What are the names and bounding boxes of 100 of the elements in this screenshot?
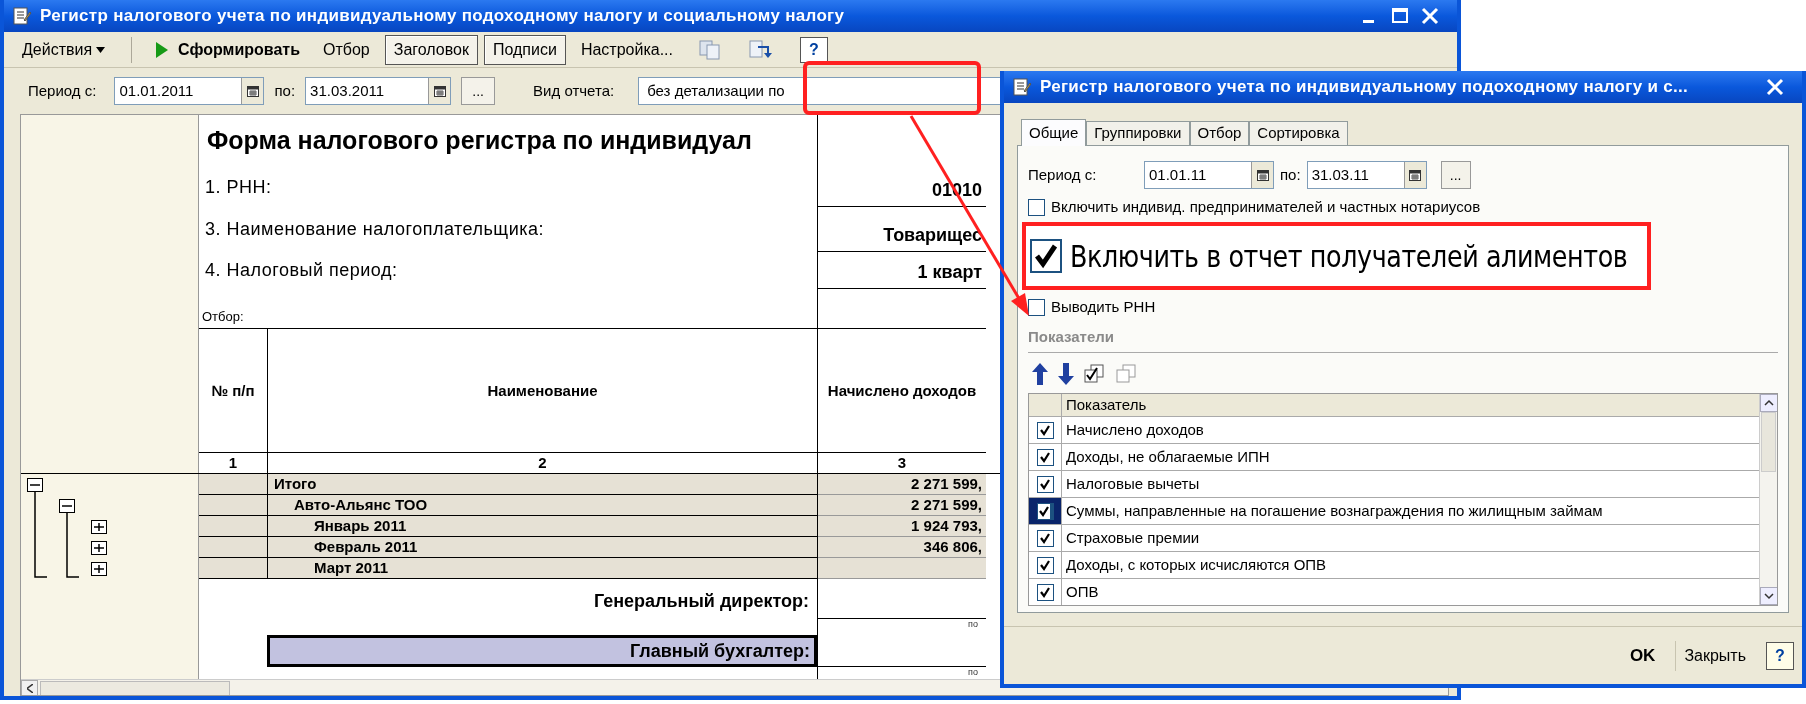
check-all-icon[interactable] [1084,363,1106,384]
column-header: Показатель [1065,394,1147,415]
close-button[interactable]: Закрыть [1675,640,1754,671]
scroll-down-icon[interactable] [1760,587,1777,605]
scrollbar-thumb[interactable] [1761,411,1776,472]
expand-icon[interactable] [91,540,107,555]
window-title: Регистр налогового учета по индивидуальному подоходному налогу и с... [1040,76,1689,99]
document-icon [12,6,32,26]
checkbox[interactable] [1036,421,1054,439]
table-row[interactable]: Доходы, с которых исчисляются ОПВ [1029,552,1759,579]
table-cell-text: Начислено доходов [1065,419,1204,440]
table-row[interactable]: Суммы, направленные на погашение вознаграждения по жилищным займам [1029,498,1759,525]
collapse-icon[interactable] [59,498,75,513]
help-button[interactable]: ? [800,36,828,63]
move-down-icon[interactable] [1058,362,1074,385]
table-row[interactable]: Доходы, не облагаемые ИПН [1029,444,1759,471]
field-value: 1 кварт [818,252,986,289]
scrollbar-thumb[interactable] [40,681,230,695]
report-type-label: Вид отчета: [533,80,615,101]
table-cell-text: Суммы, направленные на погашение вознаграждения по жилищным займам [1065,500,1603,521]
checkbox[interactable] [1036,583,1054,601]
refresh-icon[interactable] [748,38,774,61]
checkbox-cell[interactable] [1029,498,1062,524]
checkbox[interactable] [1036,502,1054,520]
vertical-scrollbar[interactable] [1759,393,1777,605]
ok-button[interactable]: OK [1621,640,1664,671]
toolbar-button[interactable]: Подписи [483,34,566,65]
uncheck-all-icon[interactable] [1116,363,1138,384]
table-cell [199,516,268,537]
calendar-button[interactable] [241,78,264,104]
toolbar-button[interactable]: Заголовок [384,34,478,65]
check-icon [1039,559,1051,571]
tab[interactable]: Отбор [1189,121,1250,145]
checkbox[interactable] [1036,556,1054,574]
date-field[interactable]: 31.03.11 [1306,161,1427,189]
close-icon[interactable] [1764,76,1786,98]
checkbox-label: Включить в отчет получателей алиментов [1070,236,1628,276]
calendar-icon [1256,169,1269,181]
date-field[interactable]: 31.03.2011 [305,77,452,105]
column-number: 1 [199,452,268,473]
close-icon[interactable] [1419,5,1441,27]
checkbox[interactable] [1030,239,1062,273]
more-button[interactable]: ... [461,77,496,105]
table-cell: Февраль 2011 [268,537,818,558]
calendar-button[interactable] [1403,162,1426,188]
tab[interactable]: Группировки [1086,121,1190,145]
table-row[interactable]: Начислено доходов [1029,417,1759,444]
move-up-icon[interactable] [1032,362,1048,385]
table-cell: 2 271 599, [818,495,986,516]
toolbar-button[interactable]: Отбор [314,34,379,65]
tab[interactable]: Сортировка [1249,121,1348,145]
check-icon [1039,478,1051,490]
column-header: Наименование [268,329,818,452]
table-row[interactable]: Налоговые вычеты [1029,471,1759,498]
toolbar-button[interactable]: Настройка... [571,34,682,65]
check-icon [1039,424,1051,436]
date-field[interactable]: 01.01.2011 [114,77,265,105]
expand-icon[interactable] [91,519,107,534]
more-button[interactable]: ... [1440,161,1471,189]
table-row[interactable]: Страховые премии [1029,525,1759,552]
help-button[interactable]: ? [1766,641,1794,670]
table-cell-text: Доходы, с которых исчисляются ОПВ [1065,554,1327,575]
checkbox[interactable] [1036,448,1054,466]
field-value: Товарищес [818,207,986,252]
period-label: Период с: [1028,164,1098,185]
checkbox[interactable] [1028,298,1045,316]
table-cell: 346 806, [818,537,986,558]
tab[interactable]: Общие [1021,119,1087,146]
scroll-up-icon[interactable] [1760,393,1777,412]
check-icon [1039,586,1051,598]
checkbox[interactable] [1028,198,1045,216]
calendar-button[interactable] [428,78,451,104]
document-icon [1012,77,1032,97]
calendar-icon [1409,169,1422,181]
checkbox[interactable] [1036,529,1054,547]
scroll-left-button[interactable] [21,680,38,695]
column-number: 2 [268,452,818,473]
table-row[interactable]: ОПВ [1029,579,1759,605]
checkbox[interactable] [1036,475,1054,493]
date-field[interactable]: 01.01.11 [1144,161,1274,189]
column-header: Начислено доходов [826,380,978,401]
table-cell: 2 271 599, [818,474,986,495]
expand-icon[interactable] [91,561,107,576]
generate-button[interactable]: Сформировать [148,34,308,65]
field-label: 1. РНН: [199,167,818,207]
table-cell-text: Доходы, не облагаемые ИПН [1065,446,1270,467]
table-cell-text: Налоговые вычеты [1065,473,1200,494]
play-icon [156,41,169,58]
field-label: 3. Наименование налогоплательщика: [199,207,818,252]
to-label: по: [1280,164,1301,185]
table-cell: Итого [268,474,818,495]
collapse-icon[interactable] [27,477,43,492]
signature-hint: по [967,619,979,631]
actions-menu[interactable]: Действия [12,34,116,65]
checkbox-label: Включить индивид. предпринимателей и частных нотариусов [1051,196,1481,217]
table-cell-text: ОПВ [1065,581,1099,602]
filter-label: Отбор: [199,289,818,329]
calendar-button[interactable] [1251,162,1273,188]
signature-hint: по [967,667,979,679]
signature-label: Генеральный директор: [593,590,810,613]
